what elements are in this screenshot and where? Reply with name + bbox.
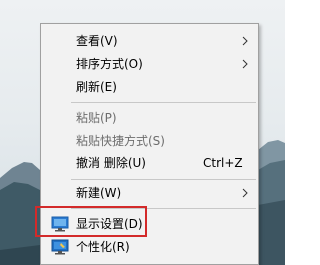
menu-item-label: 撤消 删除(U): [76, 156, 146, 170]
menu-item-paste[interactable]: 粘贴(P): [41, 107, 258, 129]
menu-item-sort-by[interactable]: 排序方式(O): [41, 53, 258, 75]
menu-item-personalize[interactable]: 个性化(R): [41, 236, 258, 258]
menu-item-undo-delete[interactable]: 撤消 删除(U) Ctrl+Z: [41, 152, 258, 174]
display-icon: [51, 216, 69, 232]
personalize-icon: [51, 239, 69, 255]
menu-item-label: 粘贴(P): [76, 111, 117, 125]
menu-separator: [71, 179, 256, 180]
menu-separator: [71, 208, 256, 209]
menu-item-new[interactable]: 新建(W): [41, 182, 258, 204]
desktop-context-menu: 查看(V) 排序方式(O) 刷新(E) 粘贴(P) 粘贴快捷方式(S) 撤消 删…: [40, 23, 259, 265]
menu-item-refresh[interactable]: 刷新(E): [41, 76, 258, 98]
chevron-right-icon: [242, 188, 248, 198]
menu-item-display-settings[interactable]: 显示设置(D): [41, 213, 258, 235]
menu-item-label: 刷新(E): [76, 80, 117, 94]
menu-item-label: 个性化(R): [76, 240, 130, 254]
menu-item-label: 排序方式(O): [76, 57, 143, 71]
menu-item-label: 粘贴快捷方式(S): [76, 134, 165, 148]
chevron-right-icon: [242, 36, 248, 46]
menu-item-paste-shortcut[interactable]: 粘贴快捷方式(S): [41, 130, 258, 152]
menu-item-label: 显示设置(D): [76, 217, 143, 231]
menu-item-shortcut: Ctrl+Z: [203, 156, 243, 170]
menu-item-label: 查看(V): [76, 34, 118, 48]
menu-item-view[interactable]: 查看(V): [41, 30, 258, 52]
menu-item-label: 新建(W): [76, 186, 122, 200]
menu-separator: [71, 102, 256, 103]
chevron-right-icon: [242, 59, 248, 69]
